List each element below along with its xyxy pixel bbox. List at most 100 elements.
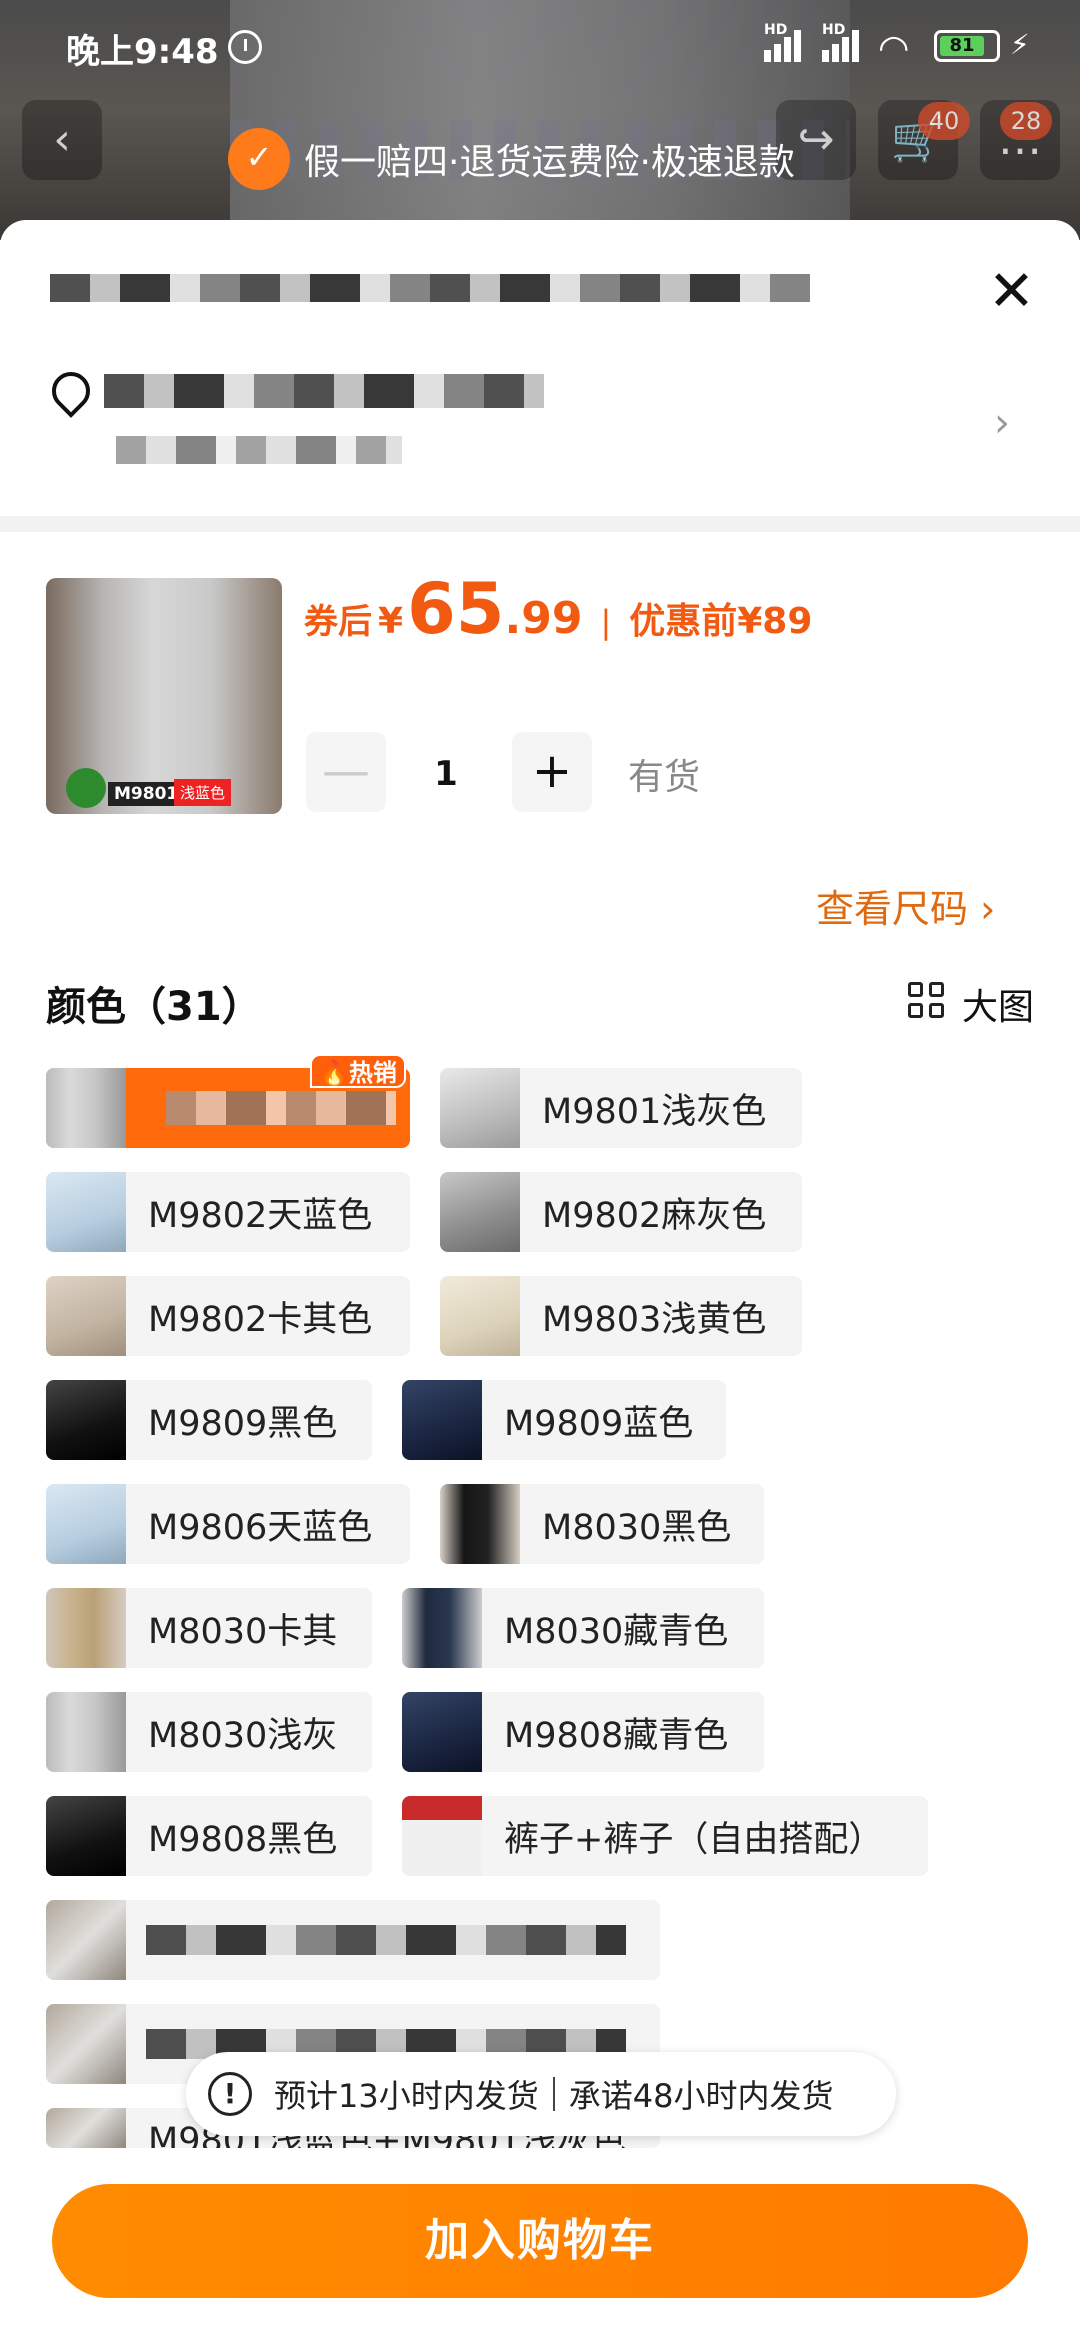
add-to-cart-button[interactable]: 加入购物车: [52, 2184, 1028, 2298]
color-option[interactable]: M9803浅黄色: [440, 1276, 802, 1356]
color-option-image: [46, 2108, 126, 2148]
guarantee-text: 假一赔四·退货运费险·极速退款: [304, 142, 795, 183]
color-option-image: [46, 1588, 126, 1668]
color-option[interactable]: M8030黑色: [440, 1484, 764, 1564]
stock-status: 有货: [628, 757, 701, 798]
color-option-image: [402, 1692, 482, 1772]
color-option-image: [402, 1796, 482, 1876]
thumb-color: 浅蓝色: [174, 779, 232, 806]
color-option-label: M9802麻灰色: [542, 1195, 767, 1236]
color-option[interactable]: [46, 1900, 660, 1980]
color-option-label: M8030藏青色: [504, 1611, 729, 1652]
size-guide-label: 查看尺码: [816, 887, 969, 931]
color-option[interactable]: 裤子+裤子（自由搭配）: [402, 1796, 928, 1876]
chevron-right-icon: ›: [980, 887, 996, 931]
color-option-image: [46, 1900, 126, 1980]
status-bar: 晚上9:48 HD HD ◠ 81 ⚡: [0, 0, 1080, 96]
color-option-image: [402, 1588, 482, 1668]
color-option-label: M9808藏青色: [504, 1715, 729, 1756]
color-option-image: [46, 1172, 126, 1252]
hot-sale-badge: 🔥热销: [310, 1054, 406, 1088]
color-option-label: M8030卡其: [148, 1611, 338, 1652]
color-option-image: [46, 1692, 126, 1772]
message-badge: 28: [1000, 102, 1052, 140]
section-divider: [0, 516, 1080, 532]
color-option[interactable]: M9802麻灰色: [440, 1172, 802, 1252]
original-currency: ¥: [737, 601, 763, 642]
color-option-label: M9806天蓝色: [148, 1507, 373, 1548]
signal-icon: [764, 28, 808, 62]
hot-sale-label: 热销: [348, 1059, 397, 1087]
alarm-icon: [228, 30, 262, 64]
color-option-label: M9801浅灰色: [542, 1091, 767, 1132]
chevron-right-icon[interactable]: ›: [994, 400, 1010, 446]
color-option[interactable]: M9802天蓝色: [46, 1172, 410, 1252]
color-option-label: 裤子+裤子（自由搭配）: [504, 1819, 884, 1860]
decrease-quantity-button[interactable]: —: [306, 732, 386, 812]
redacted-title: [50, 274, 810, 302]
color-option[interactable]: M9806天蓝色: [46, 1484, 410, 1564]
color-option[interactable]: M8030卡其: [46, 1588, 372, 1668]
increase-quantity-button[interactable]: +: [512, 732, 592, 812]
redacted-address-2: [116, 436, 402, 464]
color-option-label: M9802天蓝色: [148, 1195, 373, 1236]
price-label: 券后: [304, 602, 372, 642]
color-option-image: [440, 1068, 520, 1148]
color-option-image: [46, 1068, 126, 1148]
price-decimal: .99: [504, 593, 583, 644]
tooltip-separator: [552, 2077, 555, 2111]
quantity-value[interactable]: 1: [416, 754, 476, 794]
shield-icon: [228, 128, 290, 190]
leaf-icon: [66, 768, 106, 808]
size-guide-link[interactable]: 查看尺码 ›: [816, 878, 995, 933]
color-option[interactable]: M9808藏青色: [402, 1692, 764, 1772]
color-option-image: [440, 1276, 520, 1356]
color-option-label: M8030黑色: [542, 1507, 732, 1548]
close-icon[interactable]: ✕: [988, 264, 1035, 320]
redacted-option-label: [146, 1925, 626, 1955]
color-option-label: M9809黑色: [148, 1403, 338, 1444]
color-option-label: M9809蓝色: [504, 1403, 694, 1444]
color-option-image: [46, 2004, 126, 2084]
big-view-button[interactable]: 大图: [962, 978, 1034, 1030]
charging-icon: ⚡: [1010, 28, 1030, 61]
color-option-label: M8030浅灰: [148, 1715, 338, 1756]
redacted-selected-label: [166, 1091, 396, 1125]
color-option[interactable]: M8030浅灰: [46, 1692, 372, 1772]
battery-icon: 81: [934, 30, 1000, 62]
battery-level: 81: [940, 36, 984, 56]
currency-symbol: ¥: [378, 601, 404, 642]
original-price-label: 优惠前: [629, 601, 738, 642]
color-option-label: M9802卡其色: [148, 1299, 373, 1340]
grid-icon[interactable]: [908, 982, 946, 1020]
color-option[interactable]: M9809蓝色: [402, 1380, 726, 1460]
back-button[interactable]: ‹: [22, 100, 102, 180]
guarantee-banner: 假一赔四·退货运费险·极速退款: [228, 126, 795, 192]
color-section-title: 颜色（31）: [46, 984, 262, 1030]
product-thumbnail[interactable]: M9801 浅蓝色: [46, 578, 282, 814]
color-option-image: [440, 1484, 520, 1564]
color-option-image: [46, 1380, 126, 1460]
price-separator: |: [600, 603, 612, 641]
color-option-image: [46, 1276, 126, 1356]
color-option-image: [440, 1172, 520, 1252]
color-option[interactable]: M9802卡其色: [46, 1276, 410, 1356]
status-time: 晚上9:48: [66, 32, 219, 72]
cart-badge: 40: [918, 102, 970, 140]
price-row: 券后 ¥ 65 .99 | 优惠前 ¥ 89: [304, 568, 812, 650]
color-option-label: M9808黑色: [148, 1819, 338, 1860]
color-option[interactable]: M9808黑色: [46, 1796, 372, 1876]
color-option[interactable]: M9801浅灰色: [440, 1068, 802, 1148]
wifi-icon: ◠: [878, 28, 910, 69]
color-option-image: [46, 1484, 126, 1564]
shipping-tooltip: ! 预计13小时内发货 承诺48小时内发货: [186, 2052, 896, 2136]
color-option[interactable]: M8030藏青色: [402, 1588, 764, 1668]
exclamation-icon: !: [208, 2072, 252, 2116]
color-option[interactable]: M9809黑色: [46, 1380, 372, 1460]
thumb-code: M9801: [108, 782, 185, 806]
location-icon: [48, 372, 88, 416]
shipping-promise: 承诺48小时内发货: [568, 2077, 834, 2115]
redacted-address: [104, 374, 544, 408]
color-option-label: M9803浅黄色: [542, 1299, 767, 1340]
color-option-image: [46, 1796, 126, 1876]
